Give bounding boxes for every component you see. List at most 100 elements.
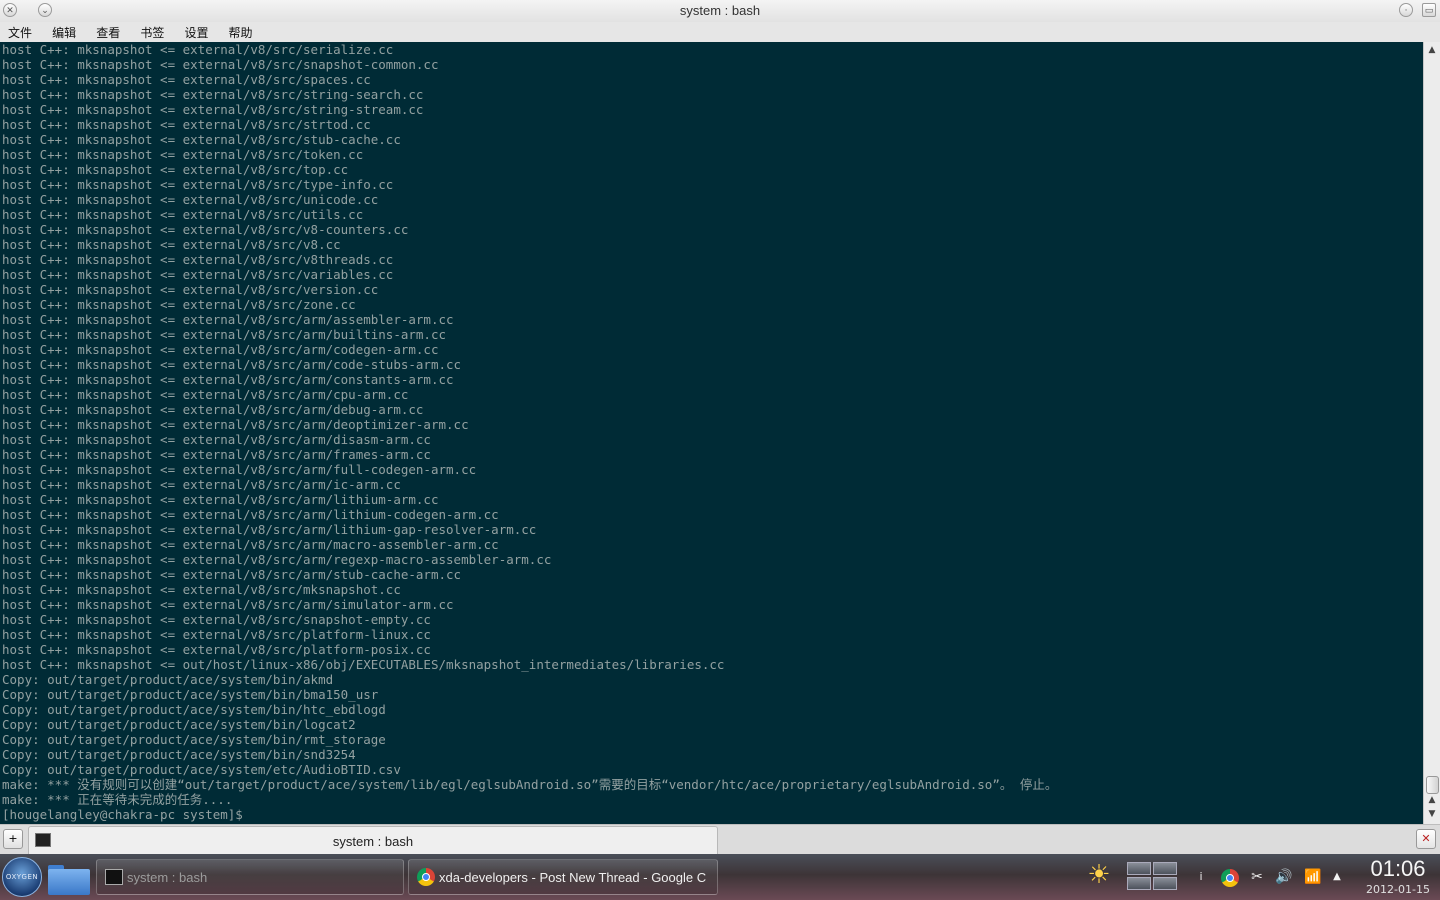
terminal-line: host C++: mksnapshot <= external/v8/src/… (2, 612, 431, 627)
scrollbar-thumb[interactable] (1426, 776, 1439, 794)
terminal-lines: host C++: mksnapshot <= external/v8/src/… (0, 42, 1423, 822)
scroll-down-icon[interactable]: ▼ (1425, 808, 1439, 820)
terminal-line: host C++: mksnapshot <= external/v8/src/… (2, 237, 341, 252)
menu-edit[interactable]: 编辑 (44, 22, 83, 42)
terminal-line: host C++: mksnapshot <= external/v8/src/… (2, 342, 439, 357)
terminal-line: host C++: mksnapshot <= external/v8/src/… (2, 42, 394, 57)
terminal-line: Copy: out/target/product/ace/system/bin/… (2, 687, 379, 702)
chrome-icon[interactable] (1221, 869, 1239, 887)
task-chrome[interactable]: xda-developers - Post New Thread - Googl… (408, 859, 718, 895)
terminal-line: [hougelangley@chakra-pc system]$ (2, 807, 251, 822)
terminal-line: host C++: mksnapshot <= external/v8/src/… (2, 402, 424, 417)
pager-desktop-3[interactable] (1127, 877, 1151, 890)
folder-icon[interactable] (48, 863, 90, 895)
pager-desktop-1[interactable] (1127, 862, 1151, 875)
terminal-line: Copy: out/target/product/ace/system/etc/… (2, 762, 401, 777)
terminal-line: host C++: mksnapshot <= external/v8/src/… (2, 282, 379, 297)
info-icon[interactable]: i (1194, 867, 1208, 887)
terminal-line: Copy: out/target/product/ace/system/bin/… (2, 732, 386, 747)
terminal-line: host C++: mksnapshot <= external/v8/src/… (2, 177, 394, 192)
terminal-line: host C++: mksnapshot <= external/v8/src/… (2, 222, 409, 237)
terminal-line: host C++: mksnapshot <= external/v8/src/… (2, 642, 431, 657)
window-title: system : bash (679, 3, 761, 18)
task-system-bash[interactable]: system : bash (96, 859, 404, 895)
menu-settings[interactable]: 设置 (176, 22, 215, 42)
cut-icon[interactable]: ✂ (1248, 867, 1266, 887)
terminal-line: host C++: mksnapshot <= external/v8/src/… (2, 462, 477, 477)
terminal-line: host C++: mksnapshot <= external/v8/src/… (2, 477, 401, 492)
terminal-line: host C++: mksnapshot <= external/v8/src/… (2, 432, 431, 447)
clock-date: 2012-01-15 (1366, 883, 1430, 896)
terminal-line: host C++: mksnapshot <= external/v8/src/… (2, 147, 364, 162)
menu-help[interactable]: 帮助 (221, 22, 260, 42)
terminal-line: host C++: mksnapshot <= external/v8/src/… (2, 417, 469, 432)
scroll-up-icon[interactable]: ▲ (1425, 44, 1439, 56)
terminal-line: host C++: mksnapshot <= out/host/linux-x… (2, 657, 725, 672)
chrome-icon (417, 868, 435, 886)
terminal-line: host C++: mksnapshot <= external/v8/src/… (2, 597, 454, 612)
terminal-line: host C++: mksnapshot <= external/v8/src/… (2, 582, 401, 597)
terminal-line: host C++: mksnapshot <= external/v8/src/… (2, 567, 462, 582)
new-tab-icon[interactable]: + (3, 829, 23, 849)
terminal-icon (105, 869, 123, 885)
menu-bar: 文件 编辑 查看 书签 设置 帮助 (0, 22, 1440, 42)
tab-label: system : bash (332, 834, 414, 849)
terminal-line: host C++: mksnapshot <= external/v8/src/… (2, 252, 394, 267)
volume-icon[interactable]: 🔊 (1272, 867, 1296, 887)
terminal-line: host C++: mksnapshot <= external/v8/src/… (2, 57, 439, 72)
menu-bookmarks[interactable]: 书签 (132, 22, 171, 42)
terminal-line: host C++: mksnapshot <= external/v8/src/… (2, 627, 431, 642)
terminal-line: host C++: mksnapshot <= external/v8/src/… (2, 72, 371, 87)
task-label: xda-developers - Post New Thread - Googl… (439, 870, 707, 885)
terminal-line: host C++: mksnapshot <= external/v8/src/… (2, 327, 447, 342)
clock[interactable]: 01:06 2012-01-15 (1358, 855, 1438, 897)
terminal-line: host C++: mksnapshot <= external/v8/src/… (2, 297, 356, 312)
terminal-line: host C++: mksnapshot <= external/v8/src/… (2, 102, 424, 117)
weather-icon[interactable]: ☀ (1078, 858, 1120, 892)
maximize-icon[interactable]: ▭ (1422, 3, 1436, 17)
terminal-line: host C++: mksnapshot <= external/v8/src/… (2, 357, 462, 372)
terminal-line: Copy: out/target/product/ace/system/bin/… (2, 747, 356, 762)
terminal-line: Copy: out/target/product/ace/system/bin/… (2, 717, 356, 732)
terminal-scrollbar[interactable]: ▲ ▲ ▼ (1423, 42, 1440, 824)
terminal-line: host C++: mksnapshot <= external/v8/src/… (2, 207, 364, 222)
desktop-pager[interactable] (1127, 862, 1179, 892)
scroll-up-icon[interactable]: ▲ (1425, 794, 1439, 806)
pager-desktop-2[interactable] (1153, 862, 1177, 875)
clock-time: 01:06 (1370, 856, 1426, 881)
terminal-line: host C++: mksnapshot <= external/v8/src/… (2, 522, 537, 537)
restore-icon[interactable]: · (1399, 3, 1413, 17)
menu-view[interactable]: 查看 (88, 22, 127, 42)
task-label: system : bash (127, 870, 208, 885)
terminal-line: host C++: mksnapshot <= external/v8/src/… (2, 372, 454, 387)
terminal-line: host C++: mksnapshot <= external/v8/src/… (2, 132, 401, 147)
tab-system-bash[interactable]: system : bash (28, 826, 718, 854)
menu-file[interactable]: 文件 (0, 22, 39, 42)
terminal-line: host C++: mksnapshot <= external/v8/src/… (2, 87, 424, 102)
terminal-line: host C++: mksnapshot <= external/v8/src/… (2, 162, 349, 177)
close-tab-icon[interactable]: ✕ (1416, 829, 1436, 849)
terminal-line: host C++: mksnapshot <= external/v8/src/… (2, 492, 439, 507)
terminal-output[interactable]: host C++: mksnapshot <= external/v8/src/… (0, 42, 1423, 824)
kickoff-icon[interactable]: OXYGEN (2, 857, 42, 897)
terminal-line: host C++: mksnapshot <= external/v8/src/… (2, 387, 409, 402)
tray-expand-icon[interactable]: ▲ (1330, 867, 1344, 887)
terminal-line: host C++: mksnapshot <= external/v8/src/… (2, 507, 499, 522)
terminal-line: make: *** 没有规则可以创建“out/target/product/ac… (2, 777, 1058, 792)
terminal-line: Copy: out/target/product/ace/system/bin/… (2, 702, 386, 717)
terminal-line: host C++: mksnapshot <= external/v8/src/… (2, 192, 379, 207)
terminal-line: make: *** 正在等待未完成的任务.... (2, 792, 233, 807)
terminal-line: Copy: out/target/product/ace/system/bin/… (2, 672, 334, 687)
tab-bar: + system : bash ✕ (0, 824, 1440, 854)
info-label: i (1199, 870, 1203, 883)
terminal-line: host C++: mksnapshot <= external/v8/src/… (2, 447, 431, 462)
terminal-line: host C++: mksnapshot <= external/v8/src/… (2, 267, 394, 282)
pager-desktop-4[interactable] (1153, 877, 1177, 890)
taskbar: OXYGEN system : bash xda-developers - Po… (0, 854, 1440, 900)
window-titlebar: ✕ ⌄ system : bash · ▭ (0, 0, 1440, 23)
terminal-line: host C++: mksnapshot <= external/v8/src/… (2, 312, 454, 327)
terminal-line: host C++: mksnapshot <= external/v8/src/… (2, 537, 499, 552)
wifi-icon[interactable]: 📶 (1302, 867, 1324, 887)
terminal-line: host C++: mksnapshot <= external/v8/src/… (2, 117, 371, 132)
launcher-label: OXYGEN (5, 873, 39, 881)
